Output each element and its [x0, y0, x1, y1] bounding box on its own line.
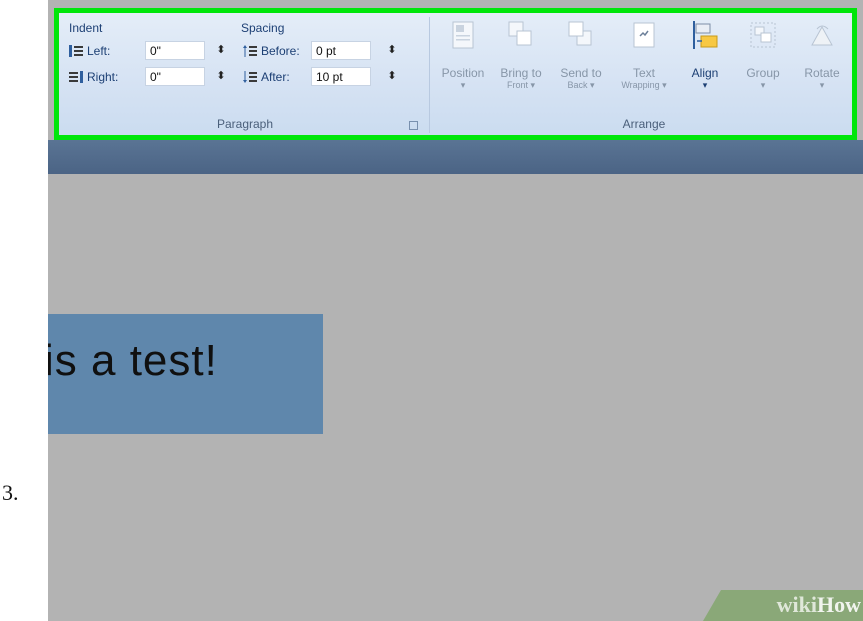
screenshot-frame: Indent Spacing Left: 0" ⬍ Right: 0" ⬍ Be…	[48, 0, 863, 621]
paragraph-group: Indent Spacing Left: 0" ⬍ Right: 0" ⬍ Be…	[65, 17, 425, 131]
rotate-dropdown: ▾	[819, 80, 825, 90]
indent-right-input[interactable]: 0"	[145, 67, 205, 86]
group-divider	[429, 17, 430, 133]
wikihow-logo-part1: wiki	[776, 592, 817, 617]
arrange-group-label: Arrange	[622, 117, 666, 131]
rotate-button[interactable]: Rotate ▾	[793, 19, 851, 113]
step-number: 3.	[2, 480, 19, 505]
position-dropdown: ▾	[460, 80, 466, 90]
group-icon	[750, 22, 776, 48]
text-wrapping-dropdown: Wrapping ▾	[621, 80, 667, 90]
spacing-after-spinner[interactable]: ⬍	[385, 67, 399, 86]
send-to-back-button[interactable]: Send to Back ▾	[551, 19, 611, 113]
align-label: Align	[691, 66, 719, 80]
wikihow-logo-part2: How	[817, 592, 861, 617]
spacing-before-icon	[243, 45, 257, 57]
rotate-label: Rotate	[804, 66, 840, 80]
send-to-back-icon	[568, 21, 592, 46]
spacing-before-label: Before:	[261, 44, 300, 58]
indent-left-spinner[interactable]: ⬍	[214, 41, 228, 60]
bring-to-front-label: Bring to	[500, 66, 542, 80]
align-icon	[693, 21, 718, 49]
group-dropdown: ▾	[760, 80, 766, 90]
ribbon-bottom-bar	[48, 140, 863, 177]
spacing-after-label: After:	[261, 70, 290, 84]
spacing-heading: Spacing	[241, 21, 285, 35]
indent-left-label: Left:	[87, 44, 111, 58]
position-label: Position	[441, 66, 485, 80]
indent-left-row: Left: 0" ⬍	[69, 41, 229, 61]
spacing-after-row: After: 10 pt ⬍	[243, 67, 423, 87]
indent-left-input[interactable]: 0"	[145, 41, 205, 60]
indent-heading: Indent	[69, 21, 103, 35]
indent-right-icon	[69, 71, 83, 83]
indent-left-icon	[69, 45, 83, 57]
spacing-before-input[interactable]: 0 pt	[311, 41, 371, 60]
text-wrapping-label: Text	[632, 66, 655, 80]
align-button[interactable]: Align ▾	[679, 19, 731, 113]
send-to-back-dropdown: Back ▾	[567, 80, 595, 90]
indent-right-label: Right:	[87, 70, 119, 84]
group-button[interactable]: Group ▾	[735, 19, 791, 113]
indent-right-spinner[interactable]: ⬍	[214, 67, 228, 86]
spacing-before-spinner[interactable]: ⬍	[385, 41, 399, 60]
spacing-before-row: Before: 0 pt ⬍	[243, 41, 423, 61]
text-wrapping-button[interactable]: Text Wrapping ▾	[611, 19, 677, 113]
bring-to-front-dropdown: Front ▾	[506, 80, 536, 90]
text-box-content[interactable]: is a test!	[48, 336, 218, 386]
group-label: Group	[746, 66, 780, 80]
indent-right-row: Right: 0" ⬍	[69, 67, 229, 87]
position-icon	[452, 21, 474, 49]
paragraph-dialog-launcher-icon[interactable]	[409, 121, 418, 130]
bring-to-front-icon	[508, 21, 532, 46]
wikihow-logo: wikiHow	[777, 592, 861, 618]
send-to-back-label: Send to	[560, 66, 602, 80]
align-dropdown: ▾	[702, 80, 708, 90]
wikihow-watermark: wikiHow	[703, 590, 863, 621]
text-box[interactable]: is a test!	[48, 314, 323, 434]
arrange-group: Position ▾ Bring to Front ▾ Send to Back…	[431, 13, 857, 135]
spacing-after-input[interactable]: 10 pt	[311, 67, 371, 86]
paragraph-group-label: Paragraph	[216, 117, 274, 131]
text-wrapping-icon	[633, 22, 655, 48]
ribbon-highlighted: Indent Spacing Left: 0" ⬍ Right: 0" ⬍ Be…	[54, 8, 857, 140]
rotate-icon	[811, 25, 833, 46]
position-button[interactable]: Position ▾	[433, 19, 493, 113]
spacing-after-icon	[243, 71, 257, 83]
bring-to-front-button[interactable]: Bring to Front ▾	[491, 19, 551, 113]
